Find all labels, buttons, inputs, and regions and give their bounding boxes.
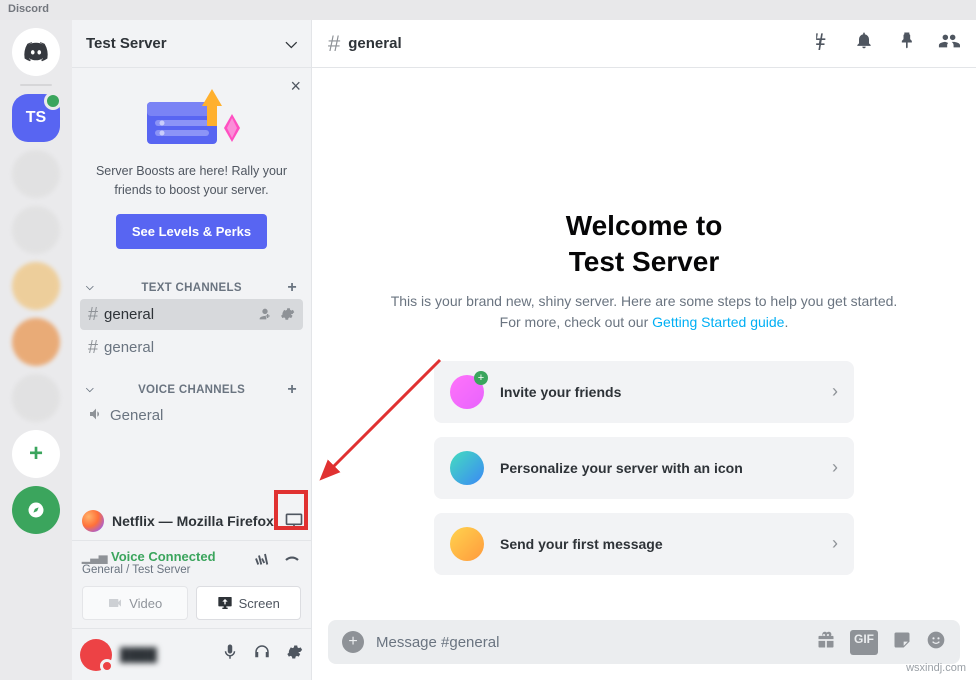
add-server-button[interactable]: + (12, 430, 60, 478)
card-personalize[interactable]: Personalize your server with an icon › (434, 437, 854, 499)
screen-share-icon[interactable] (283, 510, 305, 532)
gear-icon[interactable] (279, 306, 295, 322)
hash-icon: # (328, 31, 340, 57)
text-channels-section: TEXT CHANNELS + # general # general (72, 265, 311, 367)
see-levels-perks-button[interactable]: See Levels & Perks (116, 214, 267, 249)
screen-button[interactable]: Screen (196, 586, 302, 620)
mute-icon[interactable] (221, 643, 239, 666)
welcome-title: Welcome to Test Server (384, 208, 904, 281)
message-input[interactable]: Message #general (376, 634, 804, 651)
chevron-right-icon: › (832, 533, 838, 554)
pinned-icon[interactable] (896, 30, 916, 57)
section-title: TEXT CHANNELS (141, 282, 241, 294)
boost-promo: × Server Boosts are here! Rally your fri… (72, 68, 311, 265)
channel-name: general (104, 306, 154, 323)
chevron-right-icon: › (832, 381, 838, 402)
voice-channel-general[interactable]: General (80, 401, 303, 430)
add-channel-icon[interactable]: + (287, 279, 297, 297)
notifications-icon[interactable] (854, 30, 874, 57)
invite-icon (450, 375, 484, 409)
section-title: VOICE CHANNELS (138, 384, 245, 396)
channel-sidebar: Test Server ⌵ × Server Boosts are here! (72, 20, 312, 680)
window-titlebar: Discord (0, 0, 976, 20)
voice-panel: ▁▃▅ Voice Connected General / Test Serve… (72, 540, 311, 628)
server-blurred-5[interactable] (12, 374, 60, 422)
card-invite-friends[interactable]: Invite your friends › (434, 361, 854, 423)
settings-icon[interactable] (285, 643, 303, 666)
voice-channels-header[interactable]: VOICE CHANNELS + (80, 381, 303, 399)
card-label: Invite your friends (500, 384, 816, 400)
avatar[interactable] (80, 639, 112, 671)
close-icon[interactable]: × (290, 76, 301, 97)
create-invite-icon[interactable] (257, 306, 273, 322)
user-area: ████ (72, 628, 311, 680)
rail-divider (20, 84, 52, 86)
gift-icon[interactable] (816, 630, 836, 655)
video-button[interactable]: Video (82, 586, 188, 620)
speaker-icon (88, 406, 104, 425)
server-initials: TS (26, 109, 46, 127)
channel-name: general (104, 339, 154, 356)
onboarding-cards: Invite your friends › Personalize your s… (434, 361, 854, 575)
status-dot (100, 659, 114, 673)
signal-icon: ▁▃▅ (82, 552, 107, 564)
chevron-down-icon: ⌵ (286, 35, 297, 52)
voice-channel-name: General (110, 407, 163, 424)
server-blurred-3[interactable] (12, 262, 60, 310)
message-composer[interactable]: + Message #general GIF (328, 620, 960, 664)
firefox-icon (82, 510, 104, 532)
attach-icon[interactable]: + (342, 631, 364, 653)
send-message-icon (450, 527, 484, 561)
watermark: wsxindj.com (906, 662, 966, 674)
card-label: Personalize your server with an icon (500, 460, 816, 476)
threads-icon[interactable] (812, 30, 832, 57)
channel-header: # general (312, 20, 976, 68)
card-send-message[interactable]: Send your first message › (434, 513, 854, 575)
server-blurred-1[interactable] (12, 150, 60, 198)
personalize-icon (450, 451, 484, 485)
server-test-server[interactable]: TS (12, 94, 60, 142)
hash-icon: # (88, 304, 98, 325)
server-name: Test Server (86, 35, 167, 52)
firefox-window-title: Netflix — Mozilla Firefox (112, 513, 274, 529)
channel-general-2[interactable]: # general (80, 332, 303, 363)
server-rail: TS + (0, 20, 72, 680)
voice-channels-section: VOICE CHANNELS + General (72, 367, 311, 434)
sticker-icon[interactable] (892, 630, 912, 655)
gif-icon[interactable]: GIF (850, 630, 878, 655)
add-channel-icon[interactable]: + (287, 381, 297, 399)
channel-general-selected[interactable]: # general (80, 299, 303, 330)
boost-illustration (84, 84, 299, 154)
card-label: Send your first message (500, 536, 816, 552)
app-root: TS + Test Server ⌵ × (0, 20, 976, 680)
main-panel: # general Welcome to Test Server This is… (312, 20, 976, 680)
username: ████ (120, 647, 157, 662)
voice-indicator-badge (44, 92, 62, 110)
text-channels-header[interactable]: TEXT CHANNELS + (80, 279, 303, 297)
server-blurred-4[interactable] (12, 318, 60, 366)
server-header[interactable]: Test Server ⌵ (72, 20, 311, 68)
member-list-icon[interactable] (938, 30, 960, 57)
noise-suppression-icon[interactable] (253, 551, 271, 574)
channel-title: general (348, 35, 401, 52)
welcome-subtitle: This is your brand new, shiny server. He… (384, 291, 904, 333)
boost-text: Server Boosts are here! Rally your frien… (84, 162, 299, 200)
explore-servers-button[interactable] (12, 486, 60, 534)
voice-channel-sub: General / Test Server (82, 564, 216, 576)
chevron-right-icon: › (832, 457, 838, 478)
disconnect-icon[interactable] (283, 551, 301, 574)
emoji-icon[interactable] (926, 630, 946, 655)
server-blurred-2[interactable] (12, 206, 60, 254)
getting-started-link[interactable]: Getting Started guide (652, 314, 784, 330)
firefox-streaming-row[interactable]: Netflix — Mozilla Firefox (72, 502, 311, 540)
chat-content: Welcome to Test Server This is your bran… (312, 68, 976, 612)
voice-connected-status: ▁▃▅ Voice Connected (82, 549, 216, 564)
home-button[interactable] (12, 28, 60, 76)
welcome-block: Welcome to Test Server This is your bran… (384, 208, 904, 333)
deafen-icon[interactable] (253, 643, 271, 666)
hash-icon: # (88, 337, 98, 358)
